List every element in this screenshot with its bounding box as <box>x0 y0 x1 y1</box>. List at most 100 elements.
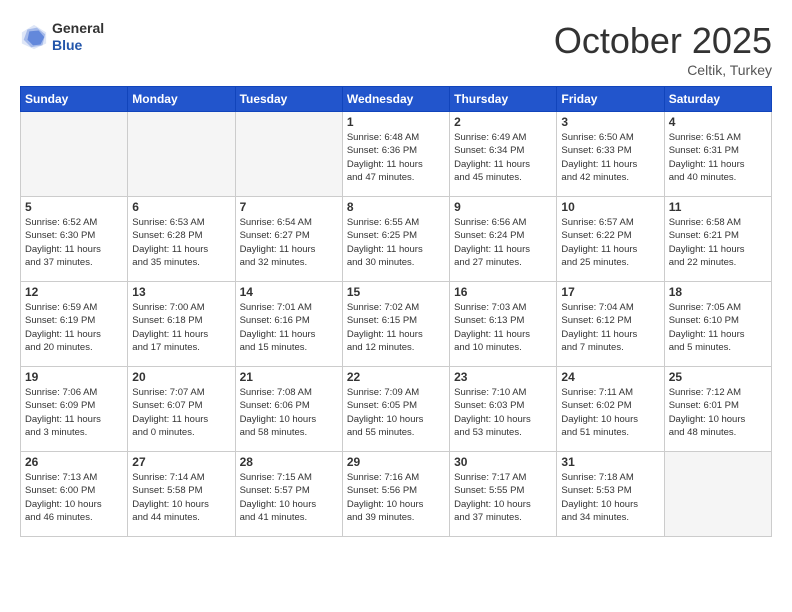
day-number: 18 <box>669 285 767 299</box>
calendar-cell <box>128 112 235 197</box>
day-number: 15 <box>347 285 445 299</box>
calendar-table: SundayMondayTuesdayWednesdayThursdayFrid… <box>20 86 772 537</box>
title-area: October 2025 Celtik, Turkey <box>554 20 772 78</box>
logo: General Blue <box>20 20 104 54</box>
month-title: October 2025 <box>554 20 772 62</box>
calendar-cell: 3Sunrise: 6:50 AM Sunset: 6:33 PM Daylig… <box>557 112 664 197</box>
day-number: 31 <box>561 455 659 469</box>
day-number: 25 <box>669 370 767 384</box>
calendar-cell: 28Sunrise: 7:15 AM Sunset: 5:57 PM Dayli… <box>235 452 342 537</box>
week-row-5: 26 Sunrise: 7:13 AM Sunset: 6:00 PM Dayli… <box>21 452 772 537</box>
logo-general-text: General <box>52 20 104 37</box>
calendar-cell <box>664 452 771 537</box>
calendar-cell: 29 Sunrise: 7:16 AM Sunset: 5:56 PM Dayli… <box>342 452 449 537</box>
calendar-cell: 24 Sunrise: 7:11 AM Sunset: 6:02 PM Dayli… <box>557 367 664 452</box>
calendar-cell: 8 Sunrise: 6:55 AM Sunset: 6:25 PM Daylig… <box>342 197 449 282</box>
day-info: Sunrise: 6:48 AM Sunset: 6:36 PM Dayligh… <box>347 131 445 184</box>
logo-blue-text: Blue <box>52 37 104 54</box>
day-info: Sunrise: 7:05 AM Sunset: 6:10 PM Dayligh… <box>669 301 767 354</box>
day-number: 13 <box>132 285 230 299</box>
day-info: Sunrise: 7:11 AM Sunset: 6:02 PM Dayligh… <box>561 386 659 439</box>
calendar-cell: 13Sunrise: 7:00 AM Sunset: 6:18 PM Dayli… <box>128 282 235 367</box>
calendar-cell: 25 Sunrise: 7:12 AM Sunset: 6:01 PM Dayli… <box>664 367 771 452</box>
day-number: 4 <box>669 115 767 129</box>
day-info: Sunrise: 7:08 AM Sunset: 6:06 PM Dayligh… <box>240 386 338 439</box>
calendar-cell: 10 Sunrise: 6:57 AM Sunset: 6:22 PM Dayli… <box>557 197 664 282</box>
day-number: 17 <box>561 285 659 299</box>
calendar-cell <box>21 112 128 197</box>
calendar-cell: 5Sunrise: 6:52 AM Sunset: 6:30 PM Daylig… <box>21 197 128 282</box>
day-info: Sunrise: 7:16 AM Sunset: 5:56 PM Dayligh… <box>347 471 445 524</box>
weekday-header-thursday: Thursday <box>450 87 557 112</box>
logo-text: General Blue <box>52 20 104 54</box>
day-number: 20 <box>132 370 230 384</box>
day-number: 19 <box>25 370 123 384</box>
weekday-header-saturday: Saturday <box>664 87 771 112</box>
day-info: Sunrise: 7:18 AM Sunset: 5:53 PM Dayligh… <box>561 471 659 524</box>
day-number: 14 <box>240 285 338 299</box>
calendar-cell: 4Sunrise: 6:51 AM Sunset: 6:31 PM Daylig… <box>664 112 771 197</box>
page-header: General Blue October 2025 Celtik, Turkey <box>20 20 772 78</box>
calendar-cell: 20 Sunrise: 7:07 AM Sunset: 6:07 PM Dayli… <box>128 367 235 452</box>
day-info: Sunrise: 6:59 AM Sunset: 6:19 PM Dayligh… <box>25 301 123 354</box>
day-number: 8 <box>347 200 445 214</box>
calendar-cell: 22 Sunrise: 7:09 AM Sunset: 6:05 PM Dayli… <box>342 367 449 452</box>
day-number: 24 <box>561 370 659 384</box>
calendar-cell: 23Sunrise: 7:10 AM Sunset: 6:03 PM Dayli… <box>450 367 557 452</box>
day-info: Sunrise: 6:58 AM Sunset: 6:21 PM Dayligh… <box>669 216 767 269</box>
day-info: Sunrise: 7:14 AM Sunset: 5:58 PM Dayligh… <box>132 471 230 524</box>
day-number: 26 <box>25 455 123 469</box>
day-number: 11 <box>669 200 767 214</box>
day-info: Sunrise: 7:06 AM Sunset: 6:09 PM Dayligh… <box>25 386 123 439</box>
header-row: SundayMondayTuesdayWednesdayThursdayFrid… <box>21 87 772 112</box>
day-info: Sunrise: 7:13 AM Sunset: 6:00 PM Dayligh… <box>25 471 123 524</box>
day-info: Sunrise: 6:55 AM Sunset: 6:25 PM Dayligh… <box>347 216 445 269</box>
day-info: Sunrise: 6:57 AM Sunset: 6:22 PM Dayligh… <box>561 216 659 269</box>
logo-icon <box>20 23 48 51</box>
day-number: 29 <box>347 455 445 469</box>
day-number: 3 <box>561 115 659 129</box>
day-number: 9 <box>454 200 552 214</box>
day-number: 12 <box>25 285 123 299</box>
week-row-3: 12 Sunrise: 6:59 AM Sunset: 6:19 PM Dayli… <box>21 282 772 367</box>
day-info: Sunrise: 7:01 AM Sunset: 6:16 PM Dayligh… <box>240 301 338 354</box>
day-number: 27 <box>132 455 230 469</box>
calendar-cell: 14 Sunrise: 7:01 AM Sunset: 6:16 PM Dayli… <box>235 282 342 367</box>
calendar-cell: 17 Sunrise: 7:04 AM Sunset: 6:12 PM Dayli… <box>557 282 664 367</box>
day-number: 1 <box>347 115 445 129</box>
day-info: Sunrise: 7:09 AM Sunset: 6:05 PM Dayligh… <box>347 386 445 439</box>
calendar-cell: 7Sunrise: 6:54 AM Sunset: 6:27 PM Daylig… <box>235 197 342 282</box>
calendar-cell: 18 Sunrise: 7:05 AM Sunset: 6:10 PM Dayli… <box>664 282 771 367</box>
calendar-cell: 2Sunrise: 6:49 AM Sunset: 6:34 PM Daylig… <box>450 112 557 197</box>
day-info: Sunrise: 6:49 AM Sunset: 6:34 PM Dayligh… <box>454 131 552 184</box>
day-info: Sunrise: 7:04 AM Sunset: 6:12 PM Dayligh… <box>561 301 659 354</box>
calendar-cell: 16Sunrise: 7:03 AM Sunset: 6:13 PM Dayli… <box>450 282 557 367</box>
calendar-cell: 31 Sunrise: 7:18 AM Sunset: 5:53 PM Dayli… <box>557 452 664 537</box>
day-number: 7 <box>240 200 338 214</box>
weekday-header-sunday: Sunday <box>21 87 128 112</box>
weekday-header-wednesday: Wednesday <box>342 87 449 112</box>
calendar-cell: 27 Sunrise: 7:14 AM Sunset: 5:58 PM Dayli… <box>128 452 235 537</box>
location-subtitle: Celtik, Turkey <box>554 62 772 78</box>
calendar-cell: 1 Sunrise: 6:48 AM Sunset: 6:36 PM Daylig… <box>342 112 449 197</box>
week-row-4: 19 Sunrise: 7:06 AM Sunset: 6:09 PM Dayli… <box>21 367 772 452</box>
calendar-cell: 12 Sunrise: 6:59 AM Sunset: 6:19 PM Dayli… <box>21 282 128 367</box>
calendar-cell <box>235 112 342 197</box>
weekday-header-tuesday: Tuesday <box>235 87 342 112</box>
day-number: 6 <box>132 200 230 214</box>
calendar-cell: 11 Sunrise: 6:58 AM Sunset: 6:21 PM Dayli… <box>664 197 771 282</box>
day-number: 21 <box>240 370 338 384</box>
day-number: 10 <box>561 200 659 214</box>
day-info: Sunrise: 7:10 AM Sunset: 6:03 PM Dayligh… <box>454 386 552 439</box>
day-info: Sunrise: 7:15 AM Sunset: 5:57 PM Dayligh… <box>240 471 338 524</box>
calendar-cell: 26 Sunrise: 7:13 AM Sunset: 6:00 PM Dayli… <box>21 452 128 537</box>
calendar-cell: 6Sunrise: 6:53 AM Sunset: 6:28 PM Daylig… <box>128 197 235 282</box>
day-info: Sunrise: 7:02 AM Sunset: 6:15 PM Dayligh… <box>347 301 445 354</box>
day-info: Sunrise: 7:07 AM Sunset: 6:07 PM Dayligh… <box>132 386 230 439</box>
day-info: Sunrise: 7:12 AM Sunset: 6:01 PM Dayligh… <box>669 386 767 439</box>
day-info: Sunrise: 6:56 AM Sunset: 6:24 PM Dayligh… <box>454 216 552 269</box>
day-number: 22 <box>347 370 445 384</box>
day-info: Sunrise: 7:17 AM Sunset: 5:55 PM Dayligh… <box>454 471 552 524</box>
calendar-cell: 19 Sunrise: 7:06 AM Sunset: 6:09 PM Dayli… <box>21 367 128 452</box>
week-row-2: 5Sunrise: 6:52 AM Sunset: 6:30 PM Daylig… <box>21 197 772 282</box>
